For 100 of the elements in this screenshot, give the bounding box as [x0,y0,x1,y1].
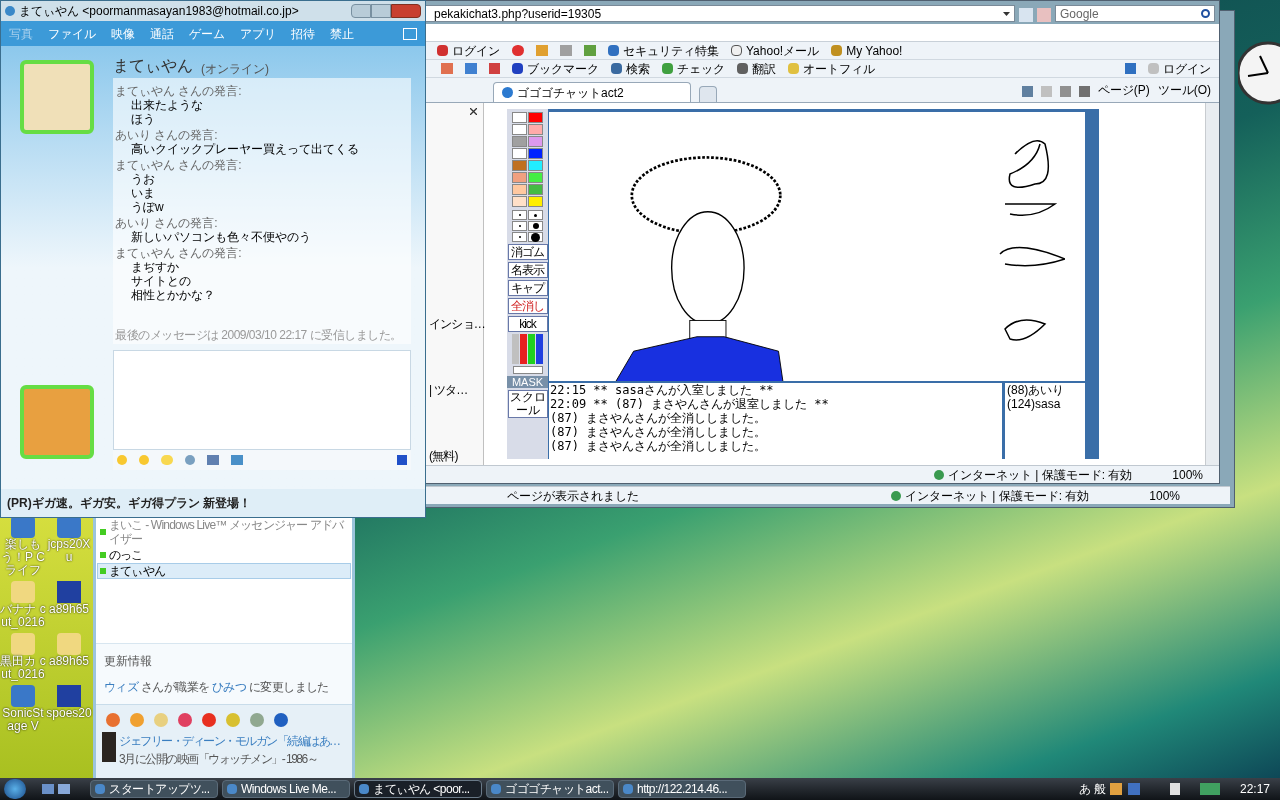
new-tab-button[interactable] [699,86,717,102]
user-name[interactable]: (124)sasa [1007,397,1083,411]
message-line: いま [130,186,156,200]
taskbar-button[interactable]: ゴゴゴチャットact... [486,780,614,798]
color-swatch[interactable] [512,172,527,183]
news-summary: 3月に公開の映画「ウォッチメン」- 1986～ [119,751,319,768]
toolbar-button[interactable]: ログイン [437,41,500,60]
dropdown-icon[interactable] [1003,11,1010,16]
toolbar-button[interactable]: セキュリティ特集 [608,41,719,60]
log-line: 22:15 ** sasaさんが入室しました ** [550,383,775,397]
taskbar-button[interactable]: http://122.214.46... [618,780,746,798]
message-line: うお [130,172,156,186]
toolbar-button[interactable]: ブックマーク [512,59,599,78]
color-swatch[interactable] [528,160,543,171]
color-swatch[interactable] [528,124,543,135]
color-swatch[interactable] [512,136,527,147]
online-status-icon[interactable] [100,568,106,574]
toolbar-button[interactable]: 翻訳 [737,59,776,78]
side-text: (無料) [429,448,458,465]
ad-link[interactable]: (PR)ギガ速。ギガ安。ギガ得プラン 新登場！ [7,494,251,512]
contact-item[interactable]: まてぃやん [97,563,351,579]
color-swatch[interactable] [512,184,527,195]
search-field[interactable]: Google [1055,5,1215,22]
taskbar-button[interactable]: Windows Live Me... [222,780,350,798]
toolbar-button[interactable]: 検索 [611,59,650,78]
message-line: 相性とかかな？ [130,288,216,302]
address-text: pekakichat3.php?userid=19305 [434,5,602,23]
color-swatch[interactable] [512,160,527,171]
sender-label: まてぃやん さんの発言: [115,84,243,98]
contact-name: のっこ [109,548,143,562]
value-link[interactable]: ひみつ [212,680,247,694]
user-name[interactable]: (88)あいり [1007,383,1083,397]
updates-title: 更新情報 [104,653,153,670]
mask-label: MASK [507,376,548,388]
toolbar-button[interactable]: ログイン [1148,59,1211,78]
security-zone: インターネット | 保護モード: 有効 [904,487,1090,505]
sender-label: まてぃやん さんの発言: [115,158,243,172]
color-swatch[interactable] [512,112,527,123]
contact-item[interactable]: のっこ [97,547,351,563]
color-swatch[interactable] [528,112,543,123]
online-status-icon[interactable] [100,552,106,558]
tool-button[interactable]: 消ゴム [507,244,548,260]
minimize-button[interactable] [351,4,371,18]
zoom-level[interactable]: 100% [1149,486,1180,505]
online-status-icon[interactable] [100,529,106,535]
contact-status: (オンライン) [201,61,269,78]
sender-label: あいり さんの発言: [115,128,219,142]
window-title: まてぃやん <poormanmasayan1983@hotmail.co.jp> [19,3,299,20]
contact-link[interactable]: ウィズ [104,680,139,694]
taskbar-button[interactable]: まてぃやん <poor... [354,780,482,798]
maximize-button[interactable] [371,4,391,18]
taskbar-button[interactable]: スタートアップツ... [90,780,218,798]
scrollbar[interactable] [1205,103,1219,465]
color-sliders-drawing[interactable] [511,334,544,364]
sender-label: まてぃやん さんの発言: [115,246,243,260]
toolbar-button[interactable]: チェック [662,59,725,78]
photo-placeholder [102,732,116,762]
tool-button[interactable]: 名表示 [507,262,548,278]
command-menu[interactable]: ツール(O) [1157,81,1211,99]
message-line: ほう [130,112,156,126]
color-swatch[interactable] [512,196,527,207]
tool-button[interactable]: 全消し [507,298,548,314]
sender-label: あいり さんの発言: [115,216,219,230]
log-line: 22:09 ** (87) まさやんさんが退室しました ** [550,397,830,411]
browser-tab[interactable]: ゴゴゴチャットact2 [493,82,691,102]
message-line: サイトとの [130,274,192,288]
color-swatch[interactable] [512,148,527,159]
command-menu[interactable]: ページ(P) [1097,81,1150,99]
zoom-level[interactable]: 100% [1172,465,1203,484]
ime-indicator[interactable]: あ 般 [1078,780,1106,798]
log-line: (87) まさやんさんが全消ししました。 [550,439,768,453]
tool-button[interactable]: kick [507,316,548,332]
message-line: 出来たような [130,98,204,112]
color-swatch[interactable] [528,196,543,207]
color-swatch[interactable] [528,172,543,183]
color-swatch[interactable] [528,184,543,195]
color-swatch[interactable] [528,148,543,159]
drawing-canvas[interactable] [549,109,1085,381]
search-placeholder: Google [1060,5,1099,23]
mask-icon[interactable] [512,366,543,374]
toolbar-button[interactable]: Yahoo!メール [731,41,820,60]
close-icon[interactable] [470,108,477,115]
clock-time[interactable]: 22:17 [1239,780,1270,798]
color-swatch[interactable] [528,136,543,147]
brush-size-drawing[interactable] [512,210,543,242]
toolbar-button[interactable]: オートフィル [788,59,875,78]
side-text: インショ… [429,316,485,333]
news-link[interactable]: ジェフリー・ディーン・モルガン「続編はあ… [119,732,340,750]
toolbar-button[interactable]: My Yahoo! [831,41,903,60]
security-zone: インターネット | 保護モード: 有効 [947,466,1133,484]
log-line: (87) まさやんさんが全消ししました。 [550,411,768,425]
color-swatch[interactable] [512,124,527,135]
side-text: | ツタ… [429,382,468,399]
scroll-button[interactable]: スクロール [507,390,548,418]
message-input[interactable] [113,350,411,450]
tool-button[interactable]: キャプ [507,280,548,296]
update-text: ウィズ さんが職業を ひみつ に変更しました [104,679,330,696]
start-button[interactable] [4,779,26,799]
message-line: うぽw [130,200,165,214]
close-button[interactable] [391,4,421,18]
